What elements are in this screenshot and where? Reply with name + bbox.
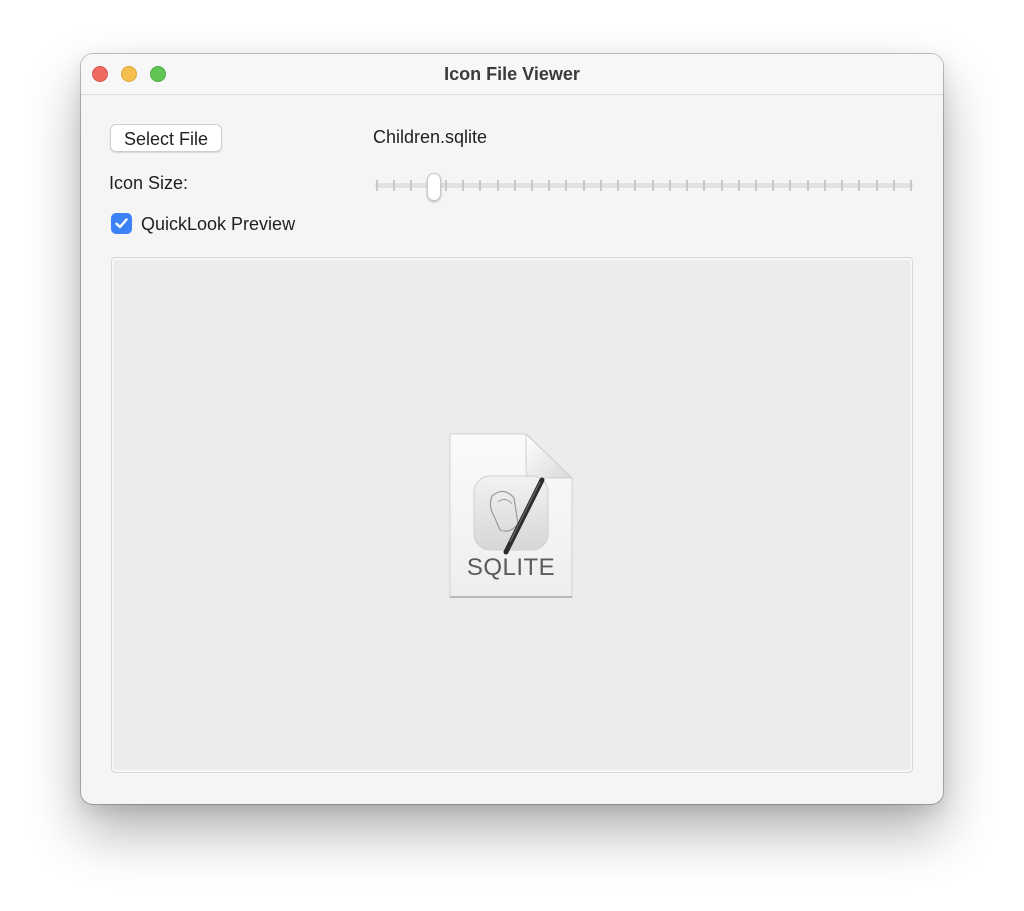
slider-tick [806, 180, 809, 191]
icon-size-slider[interactable] [375, 172, 913, 202]
slider-tick [841, 180, 844, 191]
slider-tick [754, 180, 757, 191]
file-extension-label: SQLITE [466, 554, 556, 581]
slider-tick [634, 180, 637, 191]
selected-file-name: Children.sqlite [373, 127, 488, 147]
slider-tick [462, 180, 465, 191]
slider-track [375, 183, 913, 188]
slider-tick [599, 180, 602, 191]
title-bar: Icon File Viewer [81, 54, 943, 95]
slider-tick [737, 180, 740, 191]
slider-tick [858, 180, 861, 191]
icon-size-label: Icon Size: [109, 173, 189, 193]
slider-thumb[interactable] [427, 173, 441, 201]
slider-tick [823, 180, 826, 191]
sqlite-document-icon: SQLITE [448, 432, 578, 602]
slider-tick [582, 180, 585, 191]
window-title: Icon File Viewer [444, 64, 580, 84]
quicklook-checkbox[interactable] [111, 213, 132, 234]
slider-tick [651, 180, 654, 191]
slider-tick [565, 180, 568, 191]
slider-tick [479, 180, 482, 191]
slider-tick [444, 180, 447, 191]
slider-tick [720, 180, 723, 191]
slider-tick [496, 180, 499, 191]
slider-tick [668, 180, 671, 191]
slider-tick [376, 180, 378, 191]
app-window: Icon File Viewer Select File Children.sq… [81, 54, 943, 804]
slider-tick [531, 180, 534, 191]
slider-tick [703, 180, 706, 191]
slider-tick [910, 180, 912, 191]
checkmark-icon [115, 218, 128, 229]
icon-preview-area: SQLITE [111, 257, 913, 773]
slider-tick [393, 180, 396, 191]
slider-tick [772, 180, 775, 191]
select-file-button[interactable]: Select File [110, 124, 222, 152]
slider-tick [617, 180, 620, 191]
slider-tick [875, 180, 878, 191]
slider-tick [686, 180, 689, 191]
slider-tick [548, 180, 551, 191]
slider-tick [789, 180, 792, 191]
slider-tick [513, 180, 516, 191]
slider-tick [410, 180, 413, 191]
quicklook-label: QuickLook Preview [141, 214, 296, 234]
slider-tick [892, 180, 895, 191]
